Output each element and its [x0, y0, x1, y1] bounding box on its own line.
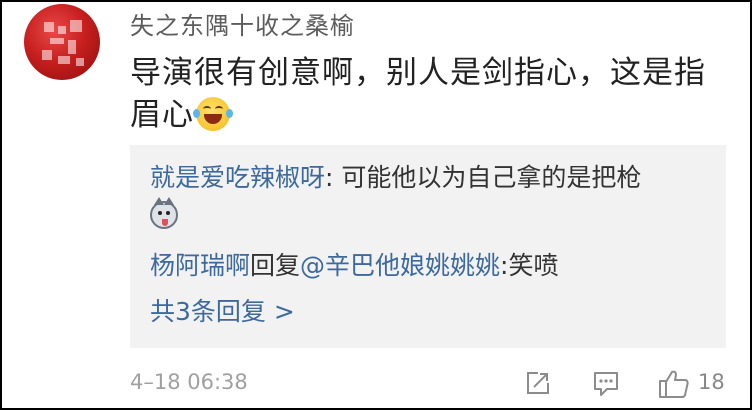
- reply-mention[interactable]: @辛巴他娘姚姚姚: [300, 251, 500, 280]
- laughing-tears-emoji-icon: [193, 97, 233, 131]
- reply-emoji-line: [150, 197, 178, 238]
- comment-timestamp: 4–18 06:38: [130, 370, 248, 394]
- comment-icon[interactable]: [591, 368, 621, 402]
- reply-username[interactable]: 就是爱吃辣椒呀: [150, 163, 325, 192]
- thumbs-up-icon[interactable]: [657, 368, 691, 404]
- reply-action-word: 回复: [250, 251, 301, 280]
- avatar[interactable]: [24, 4, 100, 80]
- like-count: 18: [698, 370, 725, 394]
- comment-username[interactable]: 失之东隅十收之桑榆: [130, 6, 355, 41]
- share-icon[interactable]: [523, 368, 553, 402]
- comment-text: 导演很有创意啊，别人是剑指心，这是指眉心: [130, 52, 730, 136]
- reply-username[interactable]: 杨阿瑞啊: [150, 251, 250, 280]
- husky-emoji-icon: [150, 197, 178, 229]
- reply-item: 就是爱吃辣椒呀: 可能他以为自己拿的是把枪: [150, 161, 641, 195]
- reply-preview-box[interactable]: 就是爱吃辣椒呀: 可能他以为自己拿的是把枪 杨阿瑞啊回复@辛巴他娘姚姚姚:笑喷 …: [130, 145, 726, 348]
- reply-text: 笑喷: [508, 251, 559, 280]
- reply-separator: :: [325, 163, 342, 192]
- reply-text: 可能他以为自己拿的是把枪: [341, 163, 642, 192]
- more-replies-link[interactable]: 共3条回复 >: [150, 295, 295, 329]
- reply-item: 杨阿瑞啊回复@辛巴他娘姚姚姚:笑喷: [150, 249, 559, 283]
